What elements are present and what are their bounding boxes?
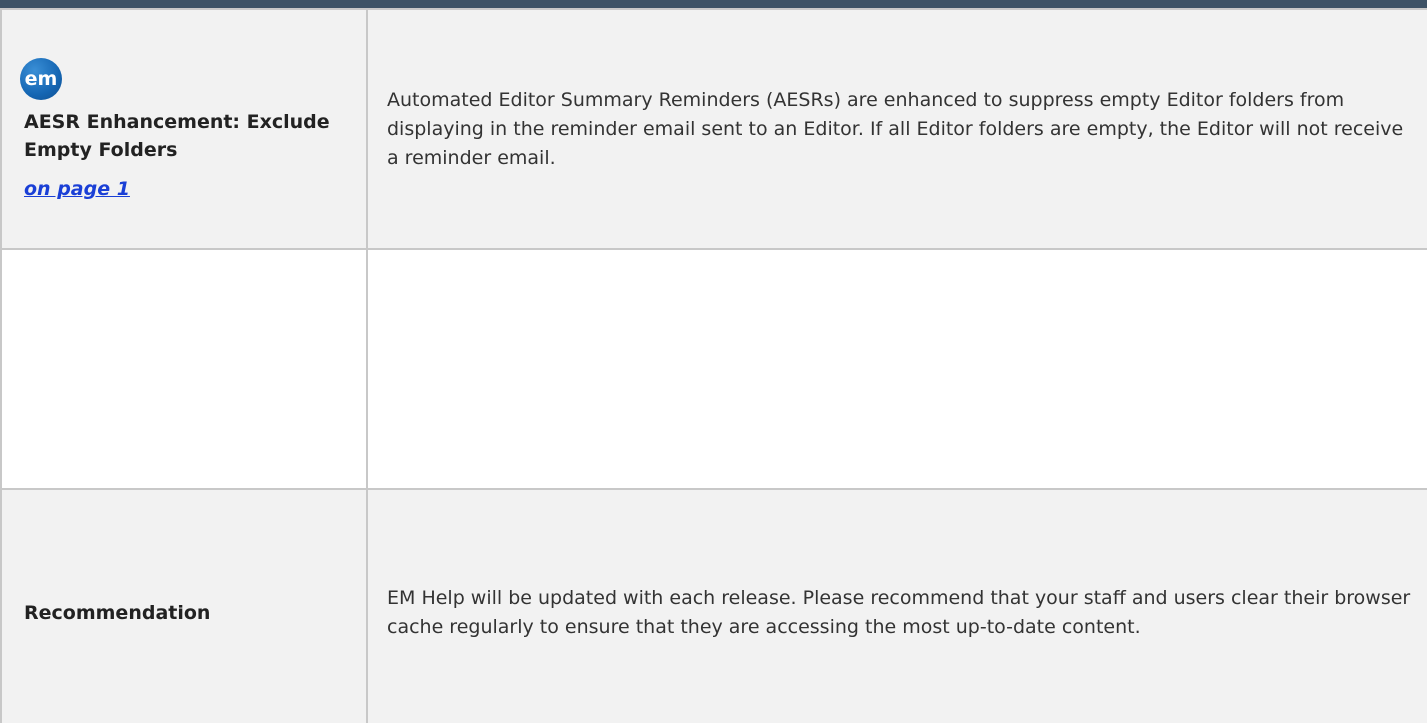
feature-title: AESR Enhancement: Exclude Empty Folders [24,111,330,161]
table-row: em AESR Enhancement: Exclude Empty Folde… [0,8,1427,250]
table-header-bar [0,0,1427,8]
table-row [0,248,1427,490]
em-logo-icon: em [20,58,62,100]
page-reference-link[interactable]: on page 1 [24,178,130,200]
feature-cell: em AESR Enhancement: Exclude Empty Folde… [0,8,368,250]
description-cell: Automated Editor Summary Reminders (AESR… [366,8,1427,250]
release-notes-table: em AESR Enhancement: Exclude Empty Folde… [0,8,1427,723]
empty-right-cell [366,248,1427,490]
recommendation-cell: Recommendation [0,488,368,723]
document-page: em AESR Enhancement: Exclude Empty Folde… [0,0,1427,723]
feature-description: Automated Editor Summary Reminders (AESR… [387,88,1404,169]
recommendation-text-cell: EM Help will be updated with each releas… [366,488,1427,723]
empty-left-cell [0,248,368,490]
table-row: Recommendation EM Help will be updated w… [0,488,1427,723]
recommendation-description: EM Help will be updated with each releas… [387,586,1411,638]
recommendation-label: Recommendation [24,601,211,624]
